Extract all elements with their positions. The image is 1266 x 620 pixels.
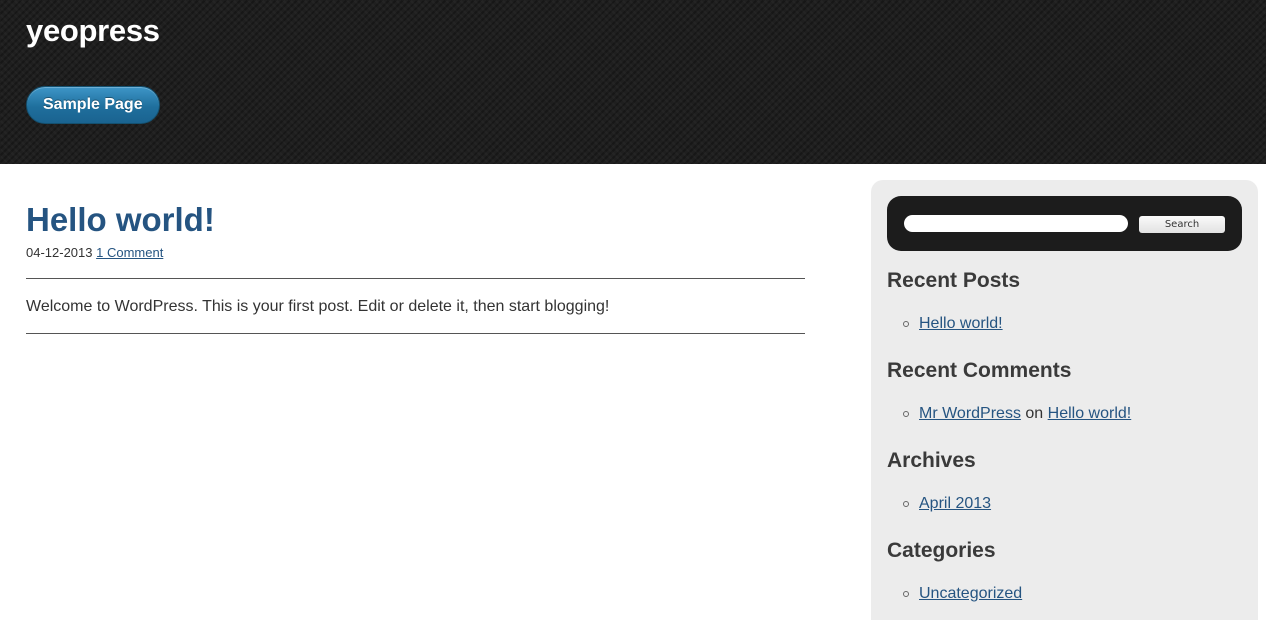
search-input[interactable] — [904, 215, 1128, 232]
site-header: yeopress Sample Page — [0, 0, 1266, 164]
circle-bullet-icon — [903, 411, 909, 417]
post-divider-top — [26, 278, 805, 279]
comment-author-link[interactable]: Mr WordPress — [919, 405, 1021, 422]
archive-link[interactable]: April 2013 — [919, 495, 991, 512]
recent-posts-list: Hello world! — [887, 315, 1020, 333]
circle-bullet-icon — [903, 501, 909, 507]
archives-list: April 2013 — [887, 495, 991, 513]
post-meta: 04-12-2013 1 Comment — [26, 245, 805, 261]
widget-title-recent-posts: Recent Posts — [887, 269, 1021, 292]
post-article: Hello world! 04-12-2013 1 Comment Welcom… — [26, 200, 805, 334]
post-divider-bottom — [26, 333, 805, 334]
search-form: Search — [887, 196, 1242, 251]
widget-title-categories: Categories — [887, 539, 996, 562]
sidebar: Search Recent Posts Hello world! Recent … — [871, 180, 1258, 620]
site-title-link[interactable]: yeopress — [26, 13, 160, 49]
nav-item-sample-page[interactable]: Sample Page — [26, 86, 160, 124]
circle-bullet-icon — [903, 591, 909, 597]
widget-categories: Categories Uncategorized — [887, 539, 1022, 603]
comments-link[interactable]: 1 Comment — [96, 245, 163, 260]
post-content: Welcome to WordPress. This is your first… — [26, 298, 610, 315]
post-date: 04-12-2013 — [26, 245, 93, 260]
list-item: Uncategorized — [887, 585, 1022, 603]
widget-title-recent-comments: Recent Comments — [887, 359, 1072, 382]
recent-post-link[interactable]: Hello world! — [919, 315, 1003, 332]
widget-recent-posts: Recent Posts Hello world! — [887, 269, 1020, 333]
comment-connector: on — [1025, 405, 1044, 422]
widget-title-archives: Archives — [887, 449, 976, 472]
categories-list: Uncategorized — [887, 585, 1022, 603]
list-item: Hello world! — [887, 315, 1020, 333]
post-title-link[interactable]: Hello world! — [26, 200, 215, 240]
circle-bullet-icon — [903, 321, 909, 327]
category-link[interactable]: Uncategorized — [919, 585, 1022, 602]
list-item: Mr WordPress on Hello world! — [887, 405, 1131, 423]
list-item: April 2013 — [887, 495, 991, 513]
comment-post-link[interactable]: Hello world! — [1048, 405, 1132, 422]
widget-recent-comments: Recent Comments Mr WordPress on Hello wo… — [887, 359, 1131, 423]
widget-archives: Archives April 2013 — [887, 449, 991, 513]
search-button[interactable]: Search — [1139, 216, 1225, 233]
recent-comments-list: Mr WordPress on Hello world! — [887, 405, 1131, 423]
